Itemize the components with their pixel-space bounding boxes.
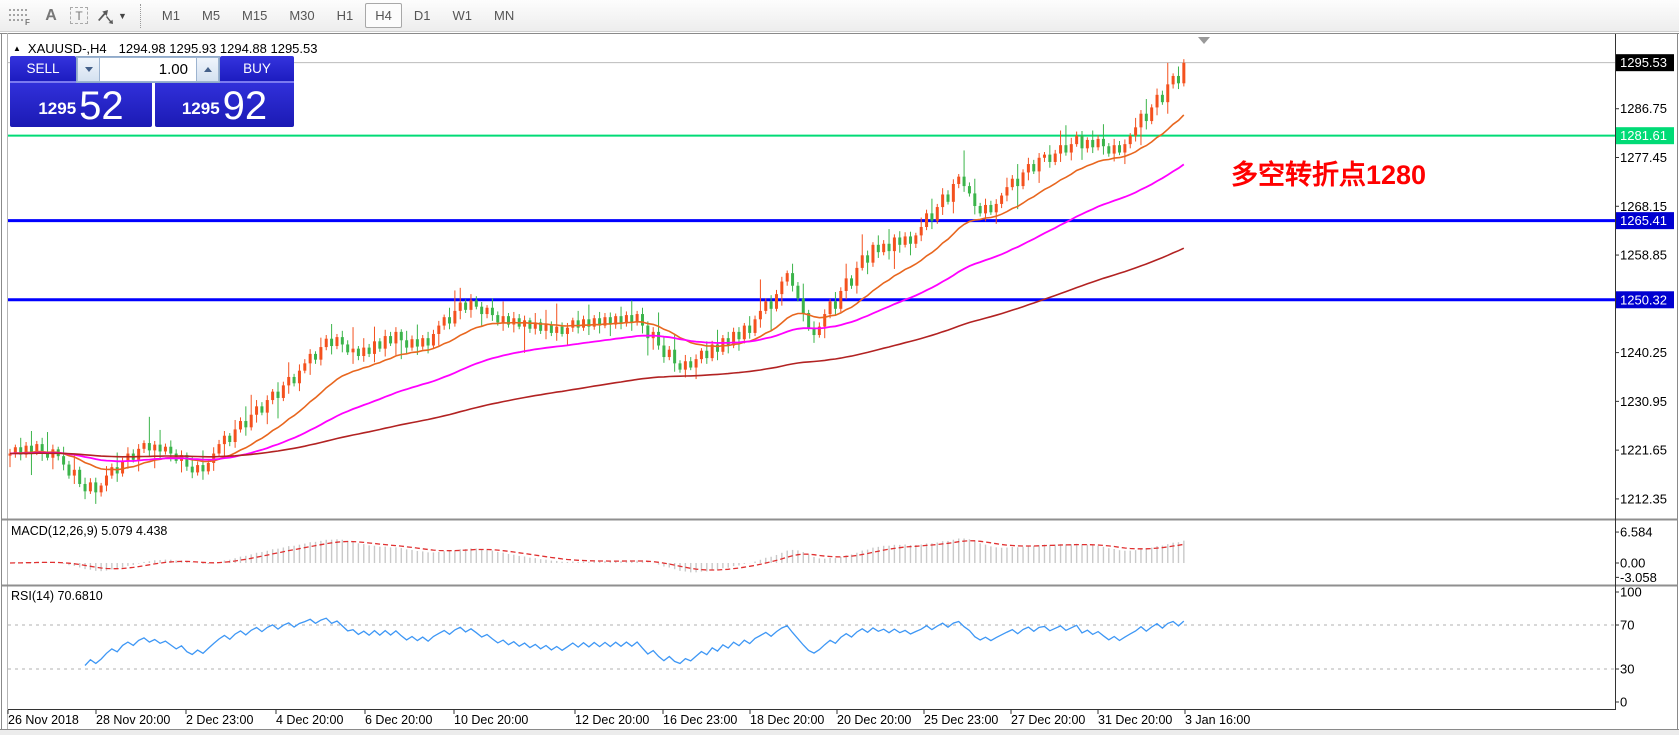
time-tick-label: 16 Dec 23:00 — [663, 713, 737, 727]
rsi-axis-label: 0 — [1620, 695, 1627, 710]
chart-symbol: XAUUSD-,H4 — [28, 41, 107, 56]
rsi-axis-label: 100 — [1620, 585, 1642, 600]
rsi-axis-label: 70 — [1620, 618, 1634, 633]
volume-spinner: 1.00 — [76, 56, 220, 83]
price-badge-line-level: 1250.32 — [1620, 292, 1667, 307]
price-tick-label: 1286.75 — [1620, 101, 1667, 116]
volume-input[interactable]: 1.00 — [100, 57, 196, 82]
price-badge-line-level: 1265.41 — [1620, 213, 1667, 228]
price-tick-label: 1258.85 — [1620, 248, 1667, 263]
one-click-trading-panel: SELL 1.00 BUY 129552 129592 — [10, 56, 294, 127]
buy-button[interactable]: BUY — [220, 56, 294, 83]
time-tick-label: 10 Dec 20:00 — [454, 713, 528, 727]
time-tick-label: 18 Dec 20:00 — [750, 713, 824, 727]
sell-button[interactable]: SELL — [10, 56, 76, 83]
sell-price-small: 1295 — [38, 99, 76, 119]
buy-price-big: 92 — [223, 87, 268, 125]
triangle-down-icon — [85, 67, 93, 72]
volume-decrease-button[interactable] — [77, 57, 100, 82]
time-tick-label: 2 Dec 23:00 — [186, 713, 253, 727]
time-tick-label: 25 Dec 23:00 — [924, 713, 998, 727]
macd-label: MACD(12,26,9) 5.079 4.438 — [11, 524, 167, 538]
macd-axis-label: -3.058 — [1620, 570, 1657, 585]
time-tick-label: 31 Dec 20:00 — [1098, 713, 1172, 727]
price-badge-line-level: 1281.61 — [1620, 128, 1667, 143]
price-tick-label: 1240.25 — [1620, 345, 1667, 360]
time-tick-label: 4 Dec 20:00 — [276, 713, 343, 727]
price-tick-label: 1268.15 — [1620, 199, 1667, 214]
time-tick-label: 12 Dec 20:00 — [575, 713, 649, 727]
mt4-app: F A T ▼ M1M5M15M30H1H4D1W1MN 1286.751277… — [0, 0, 1679, 735]
pane-separator[interactable] — [2, 519, 1677, 521]
time-tick-label: 28 Nov 20:00 — [96, 713, 170, 727]
price-tick-label: 1230.95 — [1620, 394, 1667, 409]
time-tick-label: 3 Jan 16:00 — [1185, 713, 1250, 727]
volume-increase-button[interactable] — [196, 57, 219, 82]
buy-price-small: 1295 — [182, 99, 220, 119]
chart-ohlc: 1294.98 1295.93 1294.88 1295.53 — [119, 41, 318, 56]
chart-title-line: ▲ XAUUSD-,H4 1294.98 1295.93 1294.88 1295.… — [13, 41, 317, 56]
annotation-text: 多空转折点1280 — [1231, 153, 1426, 192]
sell-price-big: 52 — [79, 87, 124, 125]
rsi-axis-label: 30 — [1620, 662, 1634, 677]
sell-price[interactable]: 129552 — [10, 83, 152, 127]
time-tick-label: 26 Nov 2018 — [8, 713, 79, 727]
rsi-label: RSI(14) 70.6810 — [11, 589, 103, 603]
time-tick-label: 20 Dec 20:00 — [837, 713, 911, 727]
price-tick-label: 1212.35 — [1620, 491, 1667, 506]
macd-axis-label: 6.584 — [1620, 525, 1653, 540]
time-tick-label: 27 Dec 20:00 — [1011, 713, 1085, 727]
price-badge-last-price: 1295.53 — [1620, 55, 1667, 70]
time-axis[interactable]: 26 Nov 2018 28 Nov 20:00 2 Dec 23:00 4 Dec … — [8, 710, 1250, 727]
triangle-up-icon — [204, 67, 212, 72]
price-tick-label: 1277.45 — [1620, 150, 1667, 165]
macd-axis-label: 0.00 — [1620, 556, 1645, 571]
pane-separator[interactable] — [2, 585, 1677, 587]
time-tick-label: 6 Dec 20:00 — [365, 713, 432, 727]
collapse-arrow-icon[interactable]: ▲ — [13, 44, 21, 53]
price-tick-label: 1221.65 — [1620, 443, 1667, 458]
buy-price[interactable]: 129592 — [155, 83, 294, 127]
